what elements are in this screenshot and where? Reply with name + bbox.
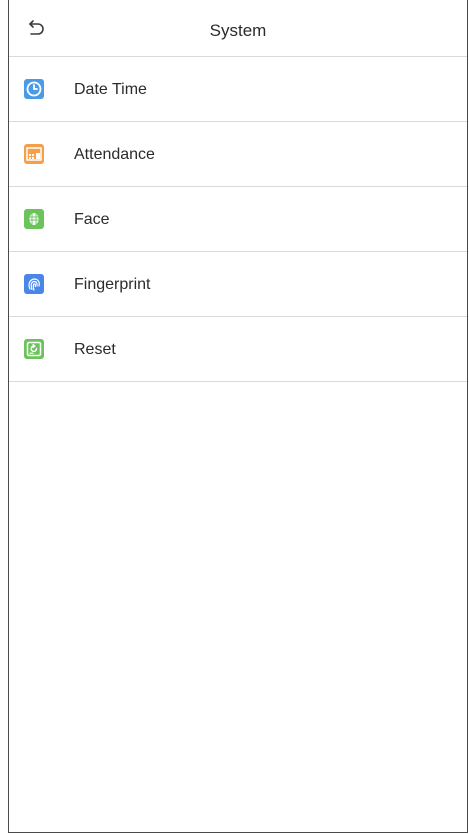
attendance-icon — [24, 144, 44, 164]
back-arrow-icon — [23, 20, 47, 44]
menu-item-reset[interactable]: Reset — [9, 317, 467, 382]
menu-item-fingerprint[interactable]: Fingerprint — [9, 252, 467, 317]
back-button[interactable] — [23, 16, 47, 40]
face-icon — [24, 209, 44, 229]
menu-item-label: Face — [74, 211, 110, 228]
menu-item-label: Attendance — [74, 146, 155, 163]
fingerprint-icon — [24, 274, 44, 294]
menu-item-date-time[interactable]: Date Time — [9, 57, 467, 122]
header-bar: System — [9, 0, 467, 57]
system-screen: System Date Time Attendance Face Fingerp… — [8, 0, 468, 833]
menu-item-label: Reset — [74, 341, 116, 358]
menu-item-attendance[interactable]: Attendance — [9, 122, 467, 187]
system-menu: Date Time Attendance Face Fingerprint Re… — [9, 57, 467, 382]
menu-item-label: Fingerprint — [74, 276, 151, 293]
menu-item-face[interactable]: Face — [9, 187, 467, 252]
reset-icon — [24, 339, 44, 359]
menu-item-label: Date Time — [74, 81, 147, 98]
page-title: System — [209, 21, 267, 40]
clock-icon — [24, 79, 44, 99]
